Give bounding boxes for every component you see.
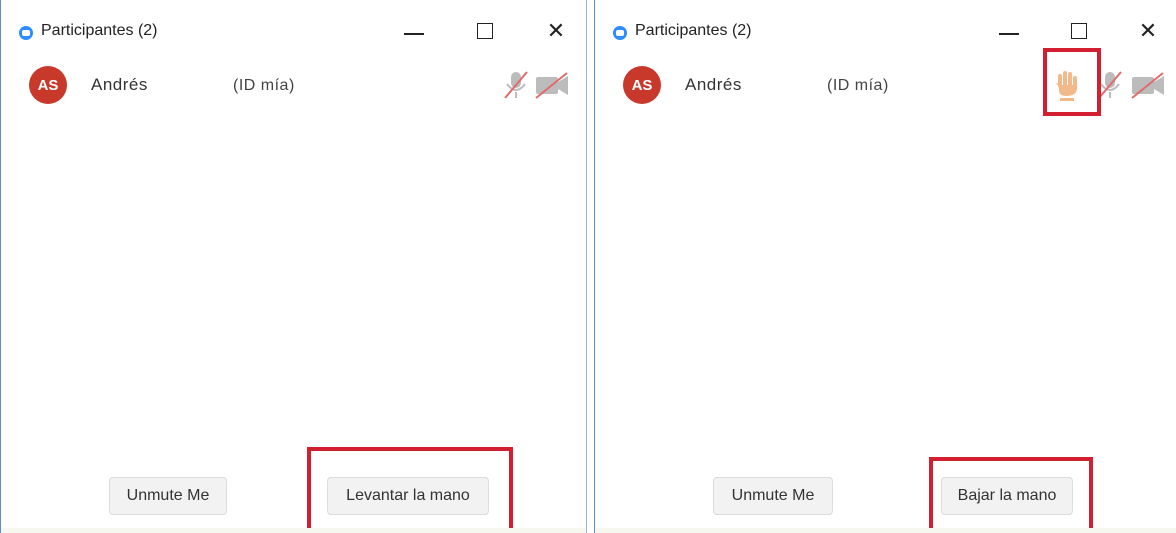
avatar: AS <box>623 66 661 104</box>
window-title: Participantes (2) <box>635 22 752 39</box>
title-bar[interactable]: Participantes (2) ✕ <box>1 0 586 62</box>
highlight-box <box>307 447 513 533</box>
participant-row[interactable]: AS Andrés (ID mía) <box>1 66 586 106</box>
close-icon[interactable]: ✕ <box>541 18 571 46</box>
minimize-icon[interactable] <box>995 18 1025 46</box>
maximize-icon[interactable] <box>471 18 501 46</box>
video-off-icon[interactable] <box>533 68 571 102</box>
window-title: Participantes (2) <box>41 22 158 39</box>
participant-tag: (ID mía) <box>233 77 295 94</box>
participant-status-icons <box>501 68 581 102</box>
participant-tag: (ID mía) <box>827 77 889 94</box>
minimize-icon[interactable] <box>400 18 430 46</box>
window-bottom-edge <box>595 528 1176 533</box>
highlight-box <box>1043 48 1101 116</box>
avatar: AS <box>29 66 67 104</box>
window-bottom-edge <box>1 528 586 533</box>
maximize-icon[interactable] <box>1065 18 1095 46</box>
mic-muted-icon[interactable] <box>501 68 531 102</box>
close-icon[interactable]: ✕ <box>1133 18 1163 46</box>
participant-name: Andrés <box>685 75 742 94</box>
video-off-icon[interactable] <box>1129 68 1167 102</box>
participants-window-before: Participantes (2) ✕ AS Andrés (ID mía) U… <box>0 0 586 533</box>
participant-name: Andrés <box>91 75 148 94</box>
unmute-me-button[interactable]: Unmute Me <box>109 477 227 515</box>
unmute-me-button[interactable]: Unmute Me <box>713 477 833 515</box>
participants-window-after: Participantes (2) ✕ AS Andrés (ID mía) U… <box>594 0 1176 533</box>
zoom-app-icon <box>613 26 627 40</box>
highlight-box <box>929 457 1093 533</box>
zoom-app-icon <box>19 26 33 40</box>
